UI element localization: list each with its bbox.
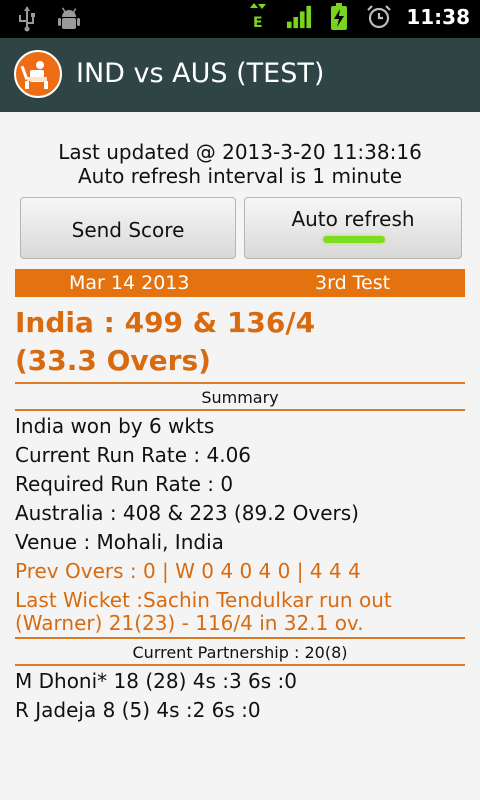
score-runs: India : 499 & 136/4 xyxy=(15,306,316,339)
data-transfer-icon: E xyxy=(246,3,272,31)
svg-text:E: E xyxy=(253,15,263,31)
summary-heading: Summary xyxy=(201,388,279,407)
send-score-label: Send Score xyxy=(71,218,185,242)
signal-icon xyxy=(286,4,312,30)
team-score: India : 499 & 136/4 (33.3 Overs) xyxy=(15,304,465,380)
battery-charging-icon xyxy=(326,3,352,30)
alarm-clock-icon xyxy=(366,4,392,30)
divider xyxy=(15,382,465,384)
prev-overs: Prev Overs : 0 | W 0 4 0 4 0 | 4 4 4 xyxy=(15,559,361,583)
venue: Venue : Mohali, India xyxy=(15,530,224,554)
current-run-rate: Current Run Rate : 4.06 xyxy=(15,443,252,467)
refresh-interval-text: Auto refresh interval is 1 minute xyxy=(77,164,403,188)
opponent-score: Australia : 408 & 223 (89.2 Overs) xyxy=(15,501,359,525)
divider xyxy=(15,637,465,639)
divider xyxy=(15,664,465,666)
app-title: IND vs AUS (TEST) xyxy=(76,58,325,89)
required-run-rate: Required Run Rate : 0 xyxy=(15,472,234,496)
usb-icon xyxy=(14,6,40,32)
status-bar: E 11:38 xyxy=(0,0,480,38)
send-score-button[interactable]: Send Score xyxy=(20,197,236,259)
match-info-bar: Mar 14 2013 3rd Test xyxy=(15,269,465,297)
auto-refresh-toggle[interactable]: Auto refresh xyxy=(244,197,462,259)
auto-refresh-indicator xyxy=(323,236,385,243)
cricket-app-logo-icon[interactable] xyxy=(14,50,62,98)
last-updated-text: Last updated @ 2013-3-20 11:38:16 xyxy=(58,140,422,164)
android-debug-icon xyxy=(56,6,82,32)
clock-time: 11:38 xyxy=(406,5,470,29)
auto-refresh-label: Auto refresh xyxy=(291,207,415,231)
divider xyxy=(15,409,465,411)
score-overs: (33.3 Overs) xyxy=(15,344,211,377)
match-test-name: 3rd Test xyxy=(315,272,391,294)
app-title-bar: IND vs AUS (TEST) xyxy=(0,38,480,112)
batsman-row: M Dhoni* 18 (28) 4s :3 6s :0 xyxy=(15,669,298,693)
batsman-row: R Jadeja 8 (5) 4s :2 6s :0 xyxy=(15,698,261,722)
last-wicket: Last Wicket :Sachin Tendulkar run out (W… xyxy=(15,588,392,635)
match-date: Mar 14 2013 xyxy=(69,272,190,294)
match-result: India won by 6 wkts xyxy=(15,414,215,438)
partnership-heading: Current Partnership : 20(8) xyxy=(132,643,348,662)
